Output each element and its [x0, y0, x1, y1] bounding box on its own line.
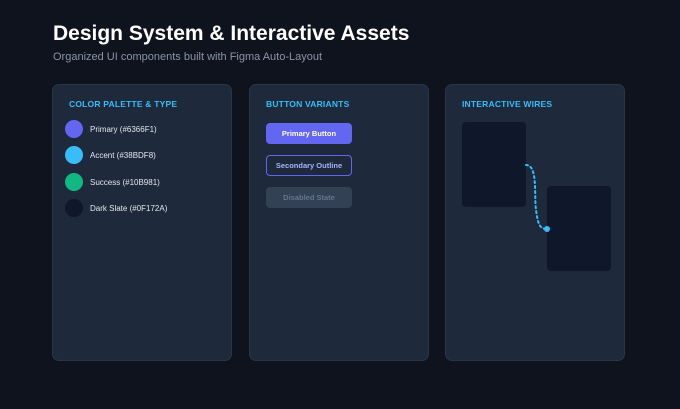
dark-slate-swatch-label: Dark Slate (#0F172A): [90, 203, 168, 213]
swatch-row-primary: Primary (#6366F1): [65, 119, 157, 139]
wire-endpoint-dot: [544, 226, 550, 232]
primary-swatch: [65, 120, 83, 138]
swatch-row-accent: Accent (#38BDF8): [65, 145, 156, 165]
accent-swatch: [65, 146, 83, 164]
accent-swatch-label: Accent (#38BDF8): [90, 150, 156, 160]
button-variants-heading: BUTTON VARIANTS: [266, 99, 350, 109]
color-palette-heading: COLOR PALETTE & TYPE: [69, 99, 178, 109]
secondary-outline-button[interactable]: Secondary Outline: [266, 155, 352, 176]
interactive-wires-card: INTERACTIVE WIRES: [445, 84, 625, 361]
page-title: Design System & Interactive Assets: [53, 22, 410, 45]
wire-connector: [525, 164, 550, 232]
primary-swatch-label: Primary (#6366F1): [90, 124, 157, 134]
button-variants-card: BUTTON VARIANTS Primary Button Secondary…: [249, 84, 429, 361]
swatch-row-success: Success (#10B981): [65, 172, 160, 192]
color-palette-card: COLOR PALETTE & TYPE Primary (#6366F1) A…: [52, 84, 232, 361]
success-swatch: [65, 173, 83, 191]
disabled-state-button: Disabled State: [266, 187, 352, 208]
primary-button[interactable]: Primary Button: [266, 123, 352, 144]
swatch-row-dark-slate: Dark Slate (#0F172A): [65, 198, 167, 218]
wire-path: [525, 164, 548, 230]
page-subtitle: Organized UI components built with Figma…: [53, 51, 323, 63]
dark-slate-swatch: [65, 199, 83, 217]
success-swatch-label: Success (#10B981): [90, 177, 160, 187]
